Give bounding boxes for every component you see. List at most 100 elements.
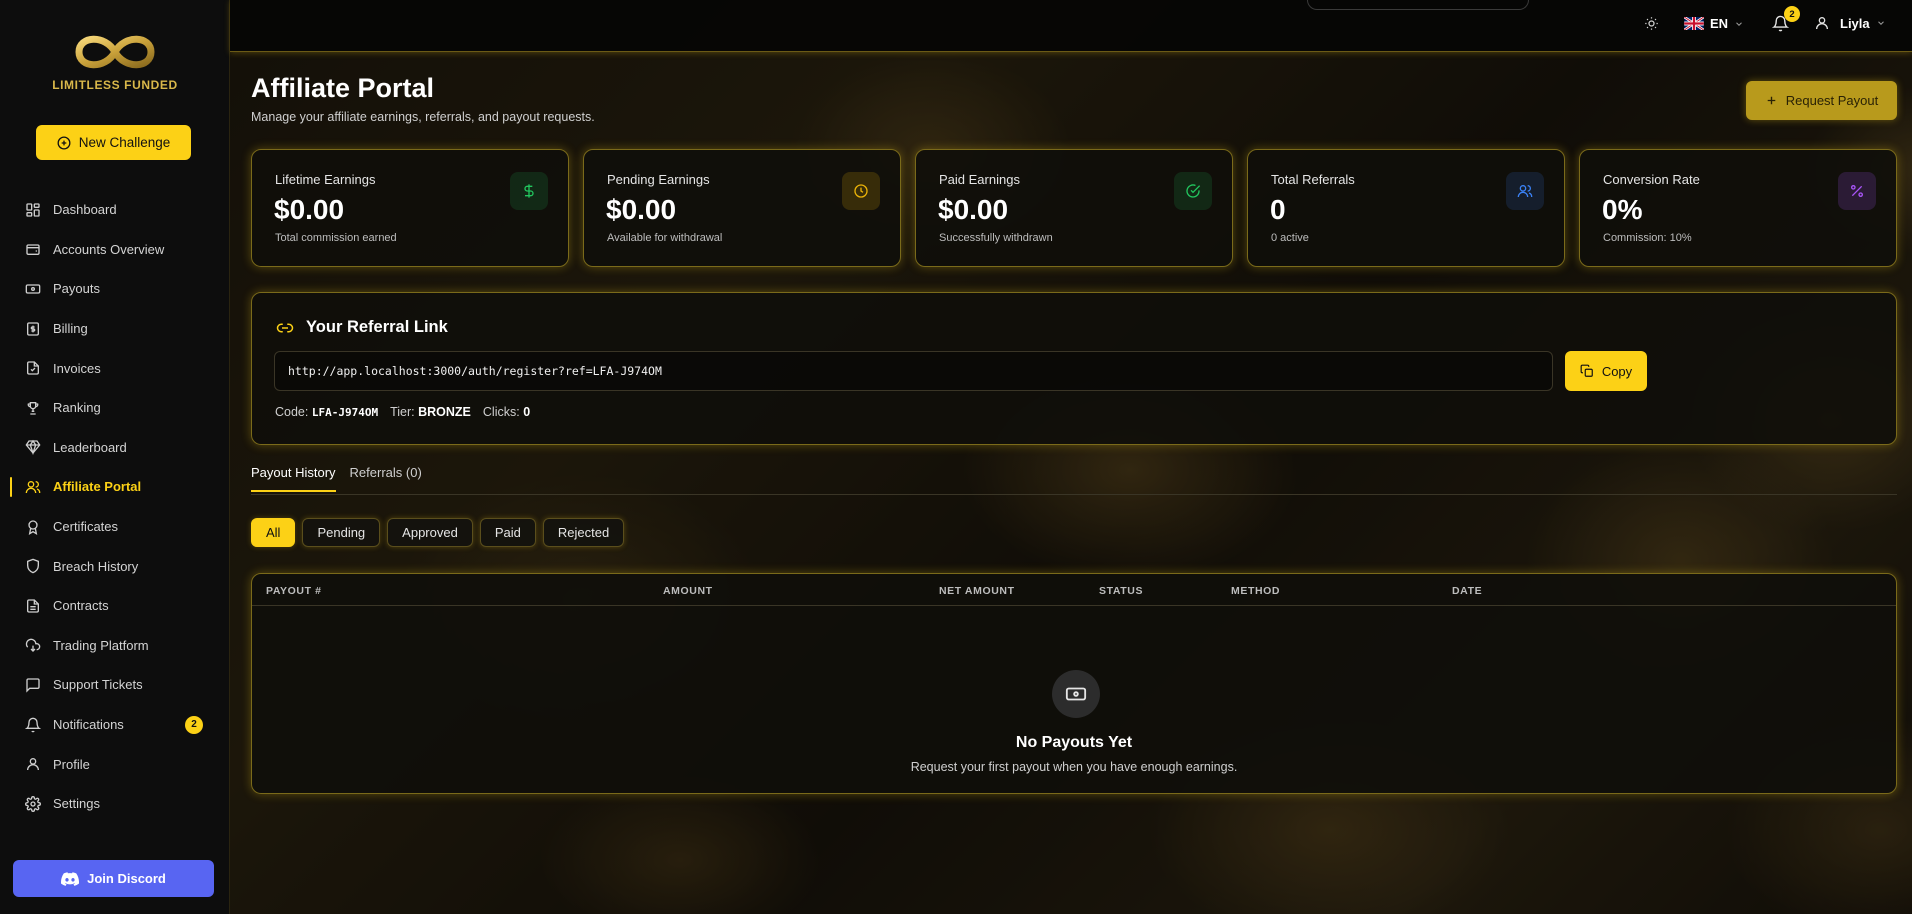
sidebar-item-support-tickets[interactable]: Support Tickets xyxy=(0,665,230,705)
tabs: Payout History Referrals (0) xyxy=(251,465,422,492)
stat-subtext: Total commission earned xyxy=(275,232,397,244)
referral-code-value: LFA-J974OM xyxy=(311,406,379,419)
copy-label: Copy xyxy=(1601,363,1633,379)
table-header: PAYOUT # AMOUNT NET AMOUNT STATUS METHOD… xyxy=(252,574,1896,606)
filter-approved-button[interactable]: Approved xyxy=(387,518,473,547)
stat-value: $0.00 xyxy=(938,194,1009,225)
stat-card-lifetime-earnings: Lifetime Earnings $0.00 Total commission… xyxy=(251,149,569,267)
sidebar-item-profile[interactable]: Profile xyxy=(0,744,230,784)
join-discord-button[interactable]: Join Discord xyxy=(13,860,214,897)
sidebar-item-leaderboard[interactable]: Leaderboard xyxy=(0,428,230,468)
sidebar-item-affiliate-portal[interactable]: Affiliate Portal xyxy=(0,467,230,507)
stat-subtext: 0 active xyxy=(1271,232,1309,244)
search-bar[interactable] xyxy=(1307,0,1529,10)
referral-title-text: Your Referral Link xyxy=(306,318,448,336)
tab-referrals[interactable]: Referrals (0) xyxy=(350,465,422,492)
tab-payout-history[interactable]: Payout History xyxy=(251,465,336,492)
filter-rejected-button[interactable]: Rejected xyxy=(542,518,625,547)
sidebar-item-certificates[interactable]: Certificates xyxy=(0,507,230,547)
stat-label: Pending Earnings xyxy=(607,172,710,187)
receipt-icon xyxy=(24,320,42,338)
sidebar-item-billing[interactable]: Billing xyxy=(0,309,230,349)
sidebar-item-label: Support Tickets xyxy=(53,677,143,693)
file-icon xyxy=(24,359,42,377)
referral-clicks: Clicks: 0 xyxy=(483,405,530,419)
logo[interactable]: LIMITLESS FUNDED xyxy=(40,30,190,92)
sidebar-item-breach-history[interactable]: Breach History xyxy=(0,546,230,586)
grid-icon xyxy=(24,201,42,219)
request-payout-button[interactable]: Request Payout xyxy=(1746,81,1897,120)
sidebar-item-trading-platform[interactable]: Trading Platform xyxy=(0,626,230,666)
stat-label: Conversion Rate xyxy=(1603,172,1700,187)
column-header-date[interactable]: DATE xyxy=(1452,585,1482,597)
stat-value: $0.00 xyxy=(606,194,677,225)
referral-code-label: Code: xyxy=(275,405,309,419)
stat-value: $0.00 xyxy=(274,194,345,225)
sidebar-item-ranking[interactable]: Ranking xyxy=(0,388,230,428)
column-header-status[interactable]: STATUS xyxy=(1099,585,1143,597)
uk-flag-icon xyxy=(1684,17,1704,30)
cloud-icon xyxy=(24,636,42,654)
award-icon xyxy=(24,518,42,536)
referral-tier-value: BRONZE xyxy=(418,405,471,419)
copy-button[interactable]: Copy xyxy=(1565,351,1647,391)
chevron-down-icon xyxy=(1736,21,1742,26)
top-bar: EN 2 Liyla xyxy=(230,0,1912,52)
join-discord-label: Join Discord xyxy=(87,871,166,886)
column-header-amount[interactable]: AMOUNT xyxy=(663,585,713,597)
sidebar-item-label: Ranking xyxy=(53,400,101,416)
sidebar-item-notifications[interactable]: Notifications 2 xyxy=(0,705,230,745)
referral-clicks-value: 0 xyxy=(523,405,531,419)
user-menu[interactable]: Liyla xyxy=(1814,15,1886,31)
sidebar-item-label: Invoices xyxy=(53,360,101,376)
page-title: Affiliate Portal xyxy=(251,73,435,103)
sun-icon xyxy=(1645,17,1658,30)
column-header-payout[interactable]: PAYOUT # xyxy=(266,585,322,597)
gear-icon xyxy=(24,795,42,813)
dollar-icon xyxy=(510,172,548,210)
stat-card-pending-earnings: Pending Earnings $0.00 Available for wit… xyxy=(583,149,901,267)
referral-link-title: Your Referral Link xyxy=(276,318,448,337)
chevron-down-icon xyxy=(1877,21,1884,25)
sidebar-item-accounts-overview[interactable]: Accounts Overview xyxy=(0,230,230,270)
language-selector[interactable]: EN xyxy=(1684,16,1744,31)
users-icon xyxy=(1506,172,1544,210)
new-challenge-label: New Challenge xyxy=(78,135,171,150)
check-circle-icon xyxy=(1174,172,1212,210)
filter-all-button[interactable]: All xyxy=(251,518,296,547)
sidebar: LIMITLESS FUNDED New Challenge Dashboard… xyxy=(0,0,230,914)
sidebar-item-payouts[interactable]: Payouts xyxy=(0,269,230,309)
theme-toggle-button[interactable] xyxy=(1644,16,1659,31)
new-challenge-button[interactable]: New Challenge xyxy=(36,125,191,160)
shield-icon xyxy=(24,557,42,575)
link-icon xyxy=(276,323,294,332)
wallet-icon xyxy=(24,240,42,258)
plus-circle-icon xyxy=(57,136,71,149)
sidebar-nav: Dashboard Accounts Overview Payouts Bill… xyxy=(0,190,230,824)
users-icon xyxy=(24,478,42,496)
referral-link-card: Your Referral Link http://app.localhost:… xyxy=(251,292,1897,445)
column-header-method[interactable]: METHOD xyxy=(1231,585,1280,597)
sidebar-item-invoices[interactable]: Invoices xyxy=(0,348,230,388)
sidebar-item-dashboard[interactable]: Dashboard xyxy=(0,190,230,230)
sidebar-item-contracts[interactable]: Contracts xyxy=(0,586,230,626)
infinity-logo-icon xyxy=(75,35,155,69)
sidebar-item-label: Accounts Overview xyxy=(53,241,165,257)
referral-link-field[interactable]: http://app.localhost:3000/auth/register?… xyxy=(274,351,1553,391)
sidebar-item-label: Affiliate Portal xyxy=(53,479,142,495)
language-code: EN xyxy=(1710,16,1729,31)
column-header-net-amount[interactable]: NET AMOUNT xyxy=(939,585,1015,597)
stat-subtext: Available for withdrawal xyxy=(607,232,723,244)
filter-pending-button[interactable]: Pending xyxy=(302,518,381,547)
sidebar-item-label: Dashboard xyxy=(53,202,117,218)
referral-tier: Tier: BRONZE xyxy=(390,405,471,419)
user-icon xyxy=(1816,17,1828,30)
sidebar-item-label: Contracts xyxy=(53,598,109,614)
empty-state-title: No Payouts Yet xyxy=(1015,734,1133,751)
notification-count-badge: 2 xyxy=(1784,6,1800,22)
document-icon xyxy=(24,597,42,615)
filter-paid-button[interactable]: Paid xyxy=(479,518,536,547)
sidebar-item-label: Billing xyxy=(53,321,88,337)
referral-clicks-label: Clicks: xyxy=(482,405,520,419)
sidebar-item-settings[interactable]: Settings xyxy=(0,784,230,824)
